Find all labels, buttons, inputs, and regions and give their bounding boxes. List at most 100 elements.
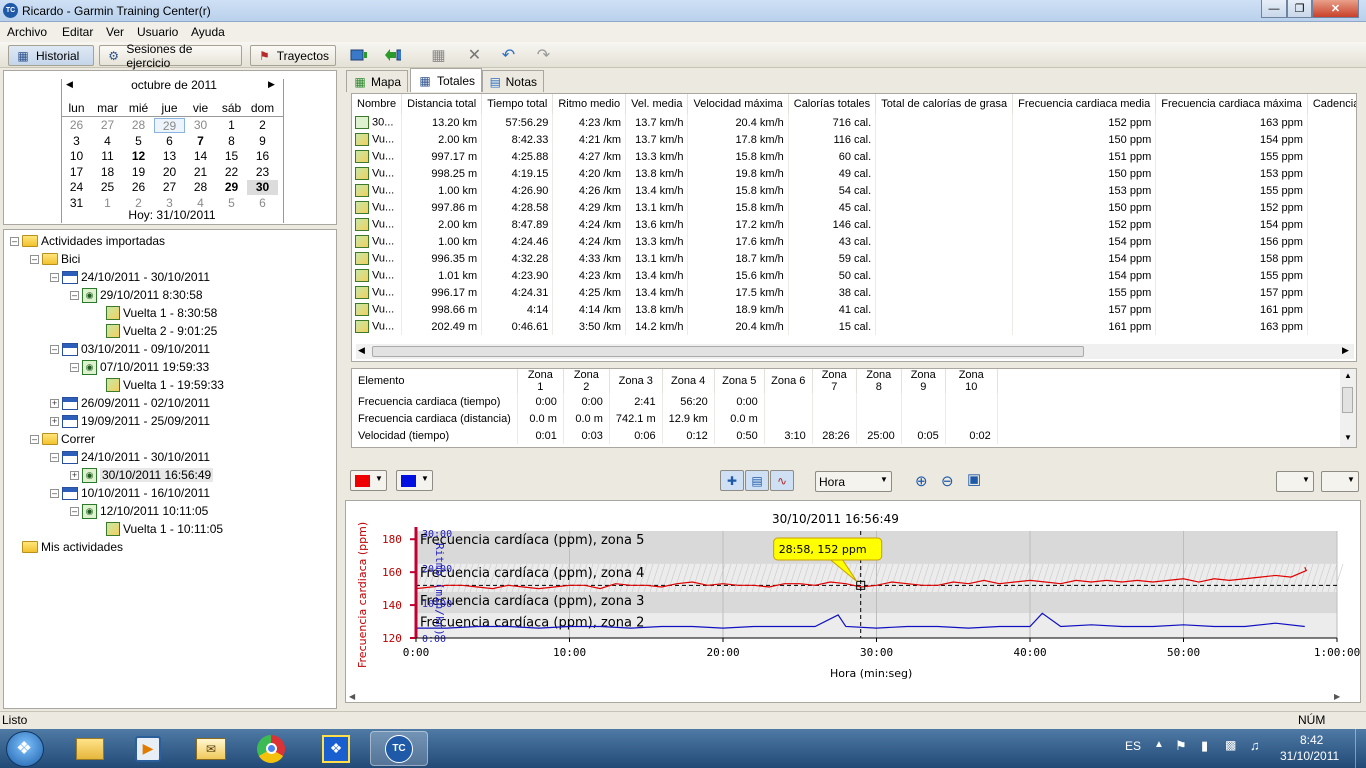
calendar-day[interactable]: 14 — [185, 149, 216, 164]
tree-node-week[interactable]: – 03/10/2011 - 09/10/2011 — [4, 340, 224, 358]
calendar-day[interactable]: 13 — [154, 149, 185, 164]
table-row[interactable]: Vu... 202.49 m 0:46.61 3:50 /km 14.2 km/h 20.… — [352, 318, 1356, 335]
calendar-day[interactable]: 16 — [247, 149, 278, 164]
column-header[interactable]: Zona 10 — [945, 369, 998, 393]
tab-totales[interactable]: ▦ Totales — [410, 68, 482, 92]
calendar-day[interactable]: 6 — [154, 134, 185, 149]
tree-node-lap[interactable]: Vuelta 1 - 10:11:05 — [4, 520, 224, 538]
column-header[interactable]: Frecuencia cardiaca máxima — [1155, 94, 1308, 114]
tree-node-mis-actividades[interactable]: Mis actividades — [4, 538, 224, 556]
redo-icon[interactable]: ↷ — [535, 46, 552, 64]
column-header[interactable]: Elemento — [352, 369, 518, 393]
taskbar-chrome[interactable] — [245, 731, 297, 766]
trayectos-button[interactable]: ⚑ Trayectos — [250, 45, 336, 66]
smooth-button[interactable]: ∿ — [770, 470, 794, 491]
calendar-day[interactable]: 25 — [92, 180, 123, 195]
volume-icon[interactable]: ♫ — [1250, 738, 1260, 753]
zoom-in-icon[interactable]: ⊕ — [915, 472, 928, 490]
calendar-day[interactable]: 30 — [247, 180, 278, 195]
calendar-day[interactable]: 7 — [185, 134, 216, 149]
calendar-day[interactable]: 19 — [123, 165, 154, 180]
receive-from-device-icon[interactable] — [384, 46, 401, 63]
calendar-day[interactable]: 22 — [216, 165, 247, 180]
tree-node-activity[interactable]: – ◉ 07/10/2011 19:59:33 — [4, 358, 224, 376]
calendar-day[interactable]: 30 — [185, 118, 216, 133]
tree-node-week[interactable]: – 24/10/2011 - 30/10/2011 — [4, 268, 224, 286]
calendar-day[interactable]: 17 — [61, 165, 92, 180]
table-row[interactable]: Vu... 1.00 km 4:24.46 4:24 /km 13.3 km/h 17.6… — [352, 233, 1356, 250]
column-header[interactable]: Total de calorías de grasa — [875, 94, 1014, 114]
expand-icon[interactable]: + — [50, 416, 59, 426]
minimize-button[interactable]: — — [1261, 0, 1287, 18]
table-row[interactable]: Vu... 1.01 km 4:23.90 4:23 /km 13.4 km/h 15.6… — [352, 267, 1356, 284]
pace-color-picker[interactable]: ▼ — [396, 470, 433, 491]
language-indicator[interactable]: ES — [1125, 739, 1141, 753]
vertical-scrollbar[interactable]: ▲ ▼ — [1340, 369, 1356, 447]
expand-icon[interactable]: + — [50, 398, 59, 408]
scroll-left-icon[interactable]: ◀ — [358, 345, 365, 356]
table-row[interactable]: Vu... 997.17 m 4:25.88 4:27 /km 13.3 km/h 15.… — [352, 148, 1356, 165]
column-header[interactable]: Zona 3 — [609, 369, 663, 393]
table-row[interactable]: Vu... 997.86 m 4:28.58 4:29 /km 13.1 km/h 15.… — [352, 199, 1356, 216]
column-header[interactable]: Zona 5 — [714, 369, 765, 393]
menu-archivo[interactable]: Archivo — [7, 25, 47, 39]
menu-usuario[interactable]: Usuario — [137, 25, 178, 39]
calendar-day[interactable]: 3 — [61, 134, 92, 149]
scroll-thumb[interactable] — [1342, 387, 1353, 413]
column-header[interactable]: Cadencia med — [1307, 94, 1356, 114]
options-dropdown-2[interactable]: ▼ — [1321, 471, 1359, 492]
taskbar-media-player[interactable]: ▶ — [122, 731, 174, 766]
menu-ver[interactable]: Ver — [106, 25, 124, 39]
network-icon[interactable]: ▩ — [1225, 738, 1236, 752]
column-header[interactable]: Zona 4 — [662, 369, 715, 393]
calendar-day[interactable]: 18 — [92, 165, 123, 180]
column-header[interactable]: Calorías totales — [788, 94, 877, 114]
delete-history-icon[interactable]: ▦ — [430, 46, 447, 64]
tree-node-week[interactable]: – 24/10/2011 - 30/10/2011 — [4, 448, 224, 466]
collapse-icon[interactable]: – — [10, 236, 19, 246]
column-header[interactable]: Zona 7 — [812, 369, 857, 393]
calendar-day[interactable]: 12 — [123, 149, 154, 164]
tree-node-lap[interactable]: Vuelta 1 - 8:30:58 — [4, 304, 224, 322]
next-month-arrow-icon[interactable]: ▶ — [268, 79, 275, 90]
column-header[interactable]: Tiempo total — [481, 94, 554, 114]
taskbar-app[interactable]: ❖ — [310, 731, 362, 766]
zones-button[interactable]: ▤ — [745, 470, 769, 491]
table-row[interactable]: Vu... 2.00 km 8:42.33 4:21 /km 13.7 km/h 17.8… — [352, 131, 1356, 148]
collapse-icon[interactable]: – — [30, 254, 39, 264]
tree-node-bici[interactable]: – Bici — [4, 250, 224, 268]
calendar-day[interactable]: 24 — [61, 180, 92, 195]
calendar-day[interactable]: 27 — [92, 118, 123, 133]
historial-button[interactable]: ▦ Historial — [8, 45, 94, 66]
calendar-day[interactable]: 27 — [154, 180, 185, 195]
delete-icon[interactable]: ✕ — [466, 46, 483, 64]
calendar-day[interactable]: 4 — [92, 134, 123, 149]
table-row[interactable]: Vu... 996.17 m 4:24.31 4:25 /km 13.4 km/h 17.… — [352, 284, 1356, 301]
column-header[interactable]: Zona 8 — [856, 369, 902, 393]
show-hidden-icons-icon[interactable]: ▲ — [1154, 739, 1164, 750]
tree-node-activity[interactable]: – ◉ 12/10/2011 10:11:05 — [4, 502, 224, 520]
tab-mapa[interactable]: ▦ Mapa — [346, 70, 408, 92]
calendar-day[interactable]: 15 — [216, 149, 247, 164]
scroll-down-icon[interactable]: ▼ — [1344, 433, 1352, 442]
tree-node-activity[interactable]: – ◉ 29/10/2011 8:30:58 — [4, 286, 224, 304]
column-header[interactable]: Vel. media — [625, 94, 689, 114]
calendar-day[interactable]: 20 — [154, 165, 185, 180]
tree-node-week[interactable]: +26/09/2011 - 02/10/2011 — [4, 394, 224, 412]
calendar-day[interactable]: 2 — [247, 118, 278, 133]
crosshair-button[interactable]: ✚ — [720, 470, 744, 491]
tab-notas[interactable]: ▤ Notas — [482, 70, 544, 92]
clock-time[interactable]: 8:42 — [1300, 733, 1323, 747]
table-row[interactable]: Vu... 998.66 m 4:14 4:14 /km 13.8 km/h 18.9 k… — [352, 301, 1356, 318]
device-icon[interactable]: ▮ — [1201, 738, 1208, 754]
calendar-day[interactable]: 5 — [123, 134, 154, 149]
table-row[interactable]: Velocidad (tiempo) 0:01 0:03 0:06 0:12 0:50 3:… — [352, 427, 998, 444]
expand-icon[interactable]: + — [70, 470, 79, 480]
calendar-today[interactable]: Hoy: 31/10/2011 — [61, 208, 283, 222]
calendar-day[interactable]: 21 — [185, 165, 216, 180]
collapse-icon[interactable]: – — [50, 452, 59, 462]
table-row[interactable]: Vu... 1.00 km 4:26.90 4:26 /km 13.4 km/h 15.8… — [352, 182, 1356, 199]
undo-icon[interactable]: ↶ — [500, 46, 517, 64]
clock-date[interactable]: 31/10/2011 — [1280, 749, 1339, 763]
taskbar-mail[interactable]: ✉ — [185, 731, 237, 766]
